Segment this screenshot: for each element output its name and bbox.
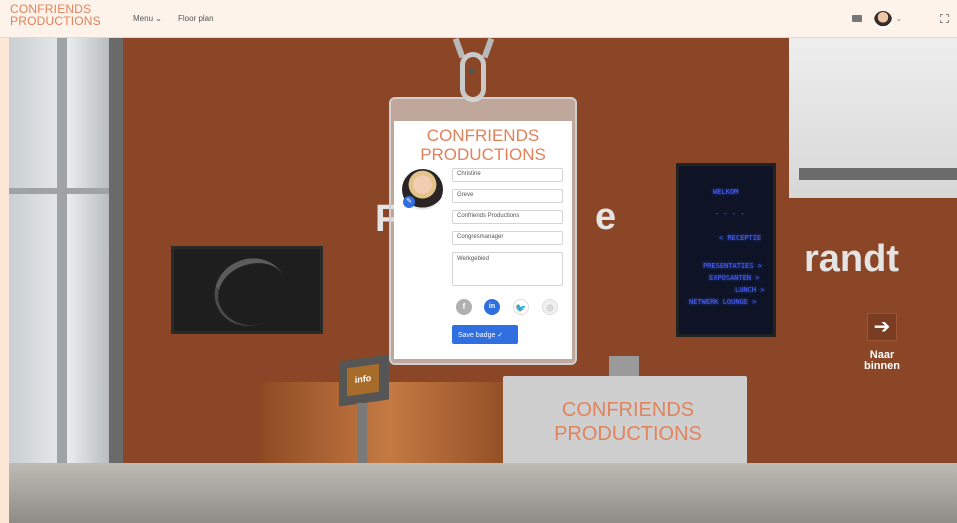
- wall-lettering: randt: [804, 238, 899, 280]
- facebook-icon[interactable]: f: [456, 299, 472, 315]
- logo[interactable]: CONFRIENDS PRODUCTIONS: [10, 3, 101, 27]
- desk-logo-line-1: CONFRIENDS: [561, 399, 695, 421]
- enter-label-line-2: binnen: [863, 360, 901, 372]
- badge-title-line-2: PRODUCTIONS: [420, 145, 546, 164]
- lanyard-clip-hole: [469, 68, 475, 74]
- directory-signage[interactable]: WELKOM - - - - < RECEPTIE PRESENTATIES >…: [676, 163, 776, 337]
- pillar: [109, 38, 123, 508]
- company-field[interactable]: Confriends Productions: [452, 210, 563, 224]
- badge-card: CONFRIENDS PRODUCTIONS ✎ Christine Greve…: [394, 121, 572, 359]
- chevron-down-icon[interactable]: ⌄: [896, 15, 902, 23]
- badge-title: CONFRIENDS PRODUCTIONS: [394, 126, 572, 164]
- floor: [9, 463, 957, 523]
- twitter-icon[interactable]: 🐦: [513, 299, 529, 315]
- window-frame: [9, 188, 109, 194]
- signage-line[interactable]: PRESENTATIES >: [703, 262, 762, 270]
- top-bar: CONFRIENDS PRODUCTIONS Menu ⌄ Floor plan…: [0, 0, 957, 38]
- desk-logo-line-2: PRODUCTIONS: [554, 423, 702, 445]
- first-name-field[interactable]: Christine: [452, 168, 563, 182]
- desk-monitor: [609, 356, 639, 376]
- signage-line: - - - -: [715, 210, 745, 218]
- job-title-field[interactable]: Congresmanager: [452, 231, 563, 245]
- signage-line[interactable]: EXPOSANTEN >: [709, 274, 760, 282]
- signage-line[interactable]: NETWERK LOUNGE >: [689, 298, 756, 306]
- arrow-right-icon[interactable]: ➔: [867, 313, 897, 341]
- signage-line[interactable]: < RECEPTIE: [719, 234, 761, 242]
- instagram-icon[interactable]: ◎: [542, 299, 558, 315]
- mail-icon[interactable]: [852, 15, 862, 22]
- linkedin-icon[interactable]: in: [484, 299, 500, 315]
- menu-dropdown[interactable]: Menu ⌄: [133, 14, 162, 23]
- fullscreen-icon[interactable]: [940, 14, 949, 23]
- enter-label[interactable]: Naar binnen: [857, 350, 907, 372]
- floor-plan-link[interactable]: Floor plan: [178, 14, 214, 23]
- wall-screen[interactable]: [171, 246, 323, 334]
- wall-lettering: e: [595, 196, 617, 238]
- signage-line: WELKOM: [713, 188, 739, 196]
- bio-textarea[interactable]: Werkgebied: [452, 252, 563, 286]
- last-name-field[interactable]: Greve: [452, 189, 563, 203]
- window: [9, 38, 109, 508]
- save-badge-button[interactable]: Save badge ✓: [452, 325, 518, 344]
- lanyard-clip: [460, 52, 486, 102]
- badge-title-line-1: CONFRIENDS: [426, 126, 540, 145]
- desk-logo: CONFRIENDS PRODUCTIONS: [543, 398, 713, 446]
- user-avatar[interactable]: [874, 11, 892, 29]
- logo-line-2: PRODUCTIONS: [10, 14, 101, 28]
- wall-strip: [799, 168, 957, 180]
- signage-line[interactable]: LUNCH >: [735, 286, 765, 294]
- info-kiosk-screen[interactable]: info: [347, 363, 379, 397]
- pencil-icon[interactable]: ✎: [403, 196, 415, 208]
- window-frame: [57, 38, 67, 508]
